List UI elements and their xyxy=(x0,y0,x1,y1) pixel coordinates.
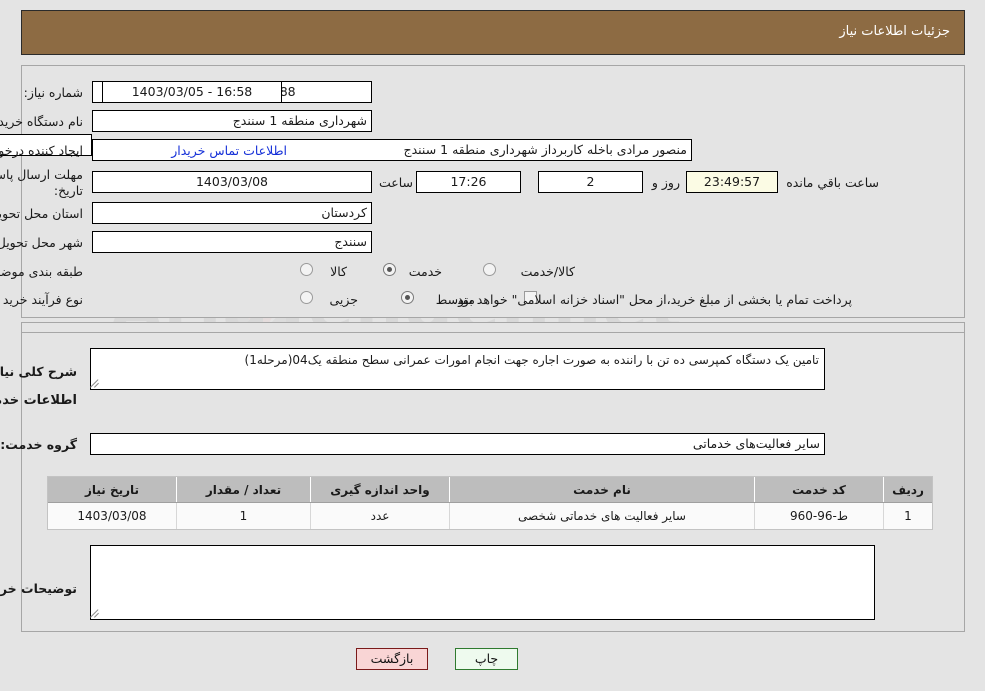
label-buyer-notes: توضیحات خریدار: xyxy=(0,581,77,596)
services-table: ردیف کد خدمت نام خدمت واحد اندازه گیری ت… xyxy=(48,477,932,529)
buyer-notes-resize-handle[interactable] xyxy=(90,608,100,618)
field-days-left[interactable]: 2 xyxy=(538,171,643,193)
back-button[interactable]: بازگشت xyxy=(356,648,428,670)
print-button[interactable]: چاپ xyxy=(455,648,518,670)
buyer-contact-link[interactable]: اطلاعات تماس خریدار xyxy=(171,143,287,158)
page-root: AriaTender.net جزئیات اطلاعات نیاز شماره… xyxy=(0,0,985,691)
radio-category-goods-service[interactable] xyxy=(483,263,496,276)
services-table-wrapper: ردیف کد خدمت نام خدمت واحد اندازه گیری ت… xyxy=(47,476,933,530)
cell-service-code: ط-96-960 xyxy=(754,502,884,529)
radio-purchase-medium[interactable] xyxy=(401,291,414,304)
radio-purchase-minor[interactable] xyxy=(300,291,313,304)
label-deadline-date: تاریخ: xyxy=(53,183,83,198)
field-province[interactable]: کردستان xyxy=(92,202,372,224)
label-need-description: شرح کلی نیاز: xyxy=(0,364,77,379)
cell-quantity: 1 xyxy=(176,502,311,529)
field-buyer-org[interactable]: شهرداری منطقه 1 سنندج xyxy=(92,110,372,132)
table-header-need-date: تاریخ نیاز xyxy=(48,477,177,503)
label-remaining: ساعت باقي مانده xyxy=(786,175,879,190)
radio-category-goods[interactable] xyxy=(300,263,313,276)
label-category: طبقه بندی موضوعی: xyxy=(0,264,83,279)
table-header-row-no: ردیف xyxy=(883,477,932,503)
field-buyer-notes[interactable] xyxy=(90,545,875,620)
label-islamic-treasury: پرداخت تمام یا بخشی از مبلغ خرید،از محل … xyxy=(453,292,852,307)
table-header-service-name: نام خدمت xyxy=(449,477,755,503)
field-city[interactable]: سنندج xyxy=(92,231,372,253)
radio-label-category-goods-service[interactable]: کالا/خدمت xyxy=(521,264,575,279)
table-header-unit: واحد اندازه گیری xyxy=(310,477,450,503)
field-deadline-date[interactable]: 1403/03/08 xyxy=(92,171,372,193)
table-header-service-code: کد خدمت xyxy=(754,477,884,503)
label-day-and: روز و xyxy=(651,175,680,190)
label-hour: ساعت xyxy=(378,175,413,190)
label-province: استان محل تحویل: xyxy=(0,206,83,221)
page-title: جزئیات اطلاعات نیاز xyxy=(839,24,950,39)
cell-need-date: 1403/03/08 xyxy=(48,502,177,529)
radio-label-purchase-minor[interactable]: جزیی xyxy=(329,292,358,307)
table-row: 1 ط-96-960 سایر فعالیت های خدماتی شخصی ع… xyxy=(48,502,932,529)
field-service-group[interactable]: سایر فعالیت‌های خدماتی xyxy=(90,433,825,455)
field-time-left: 23:49:57 xyxy=(686,171,778,193)
field-deadline-hour[interactable]: 17:26 xyxy=(416,171,521,193)
field-public-announce-datetime[interactable]: 1403/03/05 - 16:58 xyxy=(102,81,282,103)
radio-label-category-service[interactable]: خدمت xyxy=(409,264,442,279)
label-requester: ایجاد کننده درخواست: xyxy=(0,143,83,158)
cell-service-name: سایر فعالیت های خدماتی شخصی xyxy=(449,502,755,529)
radio-label-category-goods[interactable]: کالا xyxy=(330,264,347,279)
cell-row-no: 1 xyxy=(883,502,932,529)
table-header-row: ردیف کد خدمت نام خدمت واحد اندازه گیری ت… xyxy=(48,477,932,503)
cell-unit: عدد xyxy=(310,502,450,529)
need-description-resize-handle[interactable] xyxy=(90,378,100,388)
radio-category-service[interactable] xyxy=(383,263,396,276)
services-section-heading: اطلاعات خدمات مورد نیاز xyxy=(0,393,77,408)
label-service-group: گروه خدمت: xyxy=(0,437,77,452)
label-deadline: مهلت ارسال پاسخ: تا xyxy=(0,167,83,182)
label-need-number: شماره نیاز: xyxy=(23,85,83,100)
page-header-bar: جزئیات اطلاعات نیاز xyxy=(21,10,965,55)
label-city: شهر محل تحویل: xyxy=(0,235,83,250)
label-purchase-type: نوع فرآیند خرید : xyxy=(0,292,83,307)
label-buyer-org: نام دستگاه خریدار: xyxy=(0,114,83,129)
field-need-description[interactable]: تامین یک دستگاه کمپرسی ده تن با راننده ب… xyxy=(90,348,825,390)
table-header-quantity: تعداد / مقدار xyxy=(176,477,311,503)
